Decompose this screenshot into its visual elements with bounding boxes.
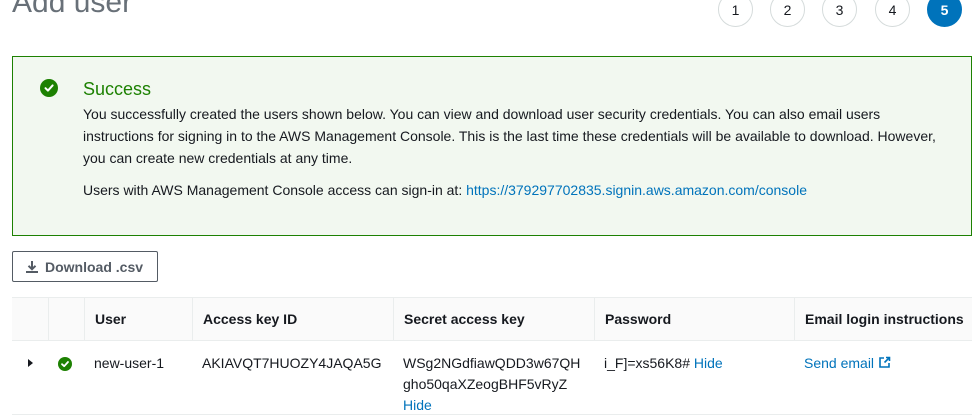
hide-secret-link[interactable]: Hide — [403, 397, 432, 413]
password-cell: i_F]=xs56K8# Hide — [594, 341, 794, 414]
alert-console-line: Users with AWS Management Console access… — [83, 179, 807, 201]
success-check-icon — [58, 357, 72, 371]
hide-password-link[interactable]: Hide — [694, 355, 723, 371]
header-access-key-id[interactable]: Access key ID — [192, 298, 393, 340]
step-3[interactable]: 3 — [822, 0, 857, 27]
alert-title: Success — [83, 79, 152, 99]
alert-body: You successfully created the users shown… — [83, 106, 936, 166]
expand-cell[interactable] — [12, 341, 48, 414]
credentials-table: User Access key ID Secret access key Pas… — [12, 297, 972, 415]
success-check-icon — [40, 79, 58, 97]
email-cell: Send email — [794, 341, 972, 414]
secret-access-key-line-2: gho50qaXZeogBHF5vRyZ — [403, 376, 568, 392]
table-row: new-user-1 AKIAVQT7HUOZY4JAQA5G WSg2NGdf… — [12, 341, 972, 415]
console-prefix: Users with AWS Management Console access… — [83, 182, 467, 198]
user-name: new-user-1 — [94, 355, 165, 371]
step-4[interactable]: 4 — [875, 0, 910, 27]
access-key-id: AKIAVQT7HUOZY4JAQA5G — [202, 355, 382, 371]
header-secret-access-key[interactable]: Secret access key — [393, 298, 594, 340]
step-1[interactable]: 1 — [718, 0, 753, 27]
header-status — [48, 298, 84, 340]
header-email-login-instructions[interactable]: Email login instructions — [794, 298, 972, 340]
send-email-label: Send email — [804, 355, 875, 371]
password-value: i_F]=xs56K8# — [604, 355, 690, 371]
status-cell — [48, 341, 84, 414]
console-signin-link[interactable]: https://379297702835.signin.aws.amazon.c… — [466, 182, 807, 198]
download-icon — [26, 260, 38, 273]
download-csv-label: Download .csv — [45, 258, 144, 275]
send-email-link[interactable]: Send email — [804, 355, 891, 371]
success-alert: Success You successfully created the use… — [12, 56, 972, 236]
header-user[interactable]: User — [84, 298, 192, 340]
caret-right-icon[interactable] — [28, 359, 33, 367]
step-2[interactable]: 2 — [770, 0, 805, 27]
download-csv-button[interactable]: Download .csv — [12, 251, 159, 282]
page-title: Add user — [12, 0, 133, 19]
external-link-icon — [879, 356, 891, 368]
secret-access-key-line-1: WSg2NGdfiawQDD3w67QH — [403, 355, 581, 371]
table-header: User Access key ID Secret access key Pas… — [12, 297, 972, 341]
header-expand — [12, 298, 48, 340]
step-5-current[interactable]: 5 — [927, 0, 962, 27]
header-password[interactable]: Password — [594, 298, 794, 340]
secret-access-key-cell: WSg2NGdfiawQDD3w67QH gho50qaXZeogBHF5vRy… — [393, 341, 594, 414]
